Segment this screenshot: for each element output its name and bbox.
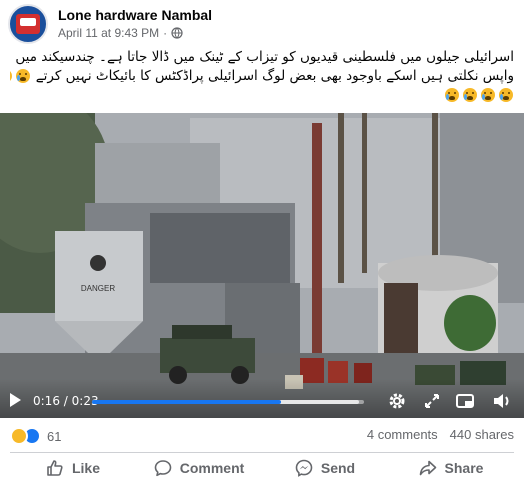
miniplayer-icon[interactable] (455, 391, 475, 411)
facebook-post: Lone hardware Nambal April 11 at 9:43 PM… (0, 0, 524, 481)
thumbs-up-icon (47, 460, 63, 476)
reaction-count[interactable]: 61 (47, 429, 61, 444)
crying-face-icon (481, 88, 495, 102)
caption-emoji-row-a (10, 69, 31, 83)
post-meta: April 11 at 9:43 PM · (58, 26, 183, 40)
play-icon[interactable] (10, 393, 21, 407)
caption-line-1: اسرائیلی جیلوں میں فلسطینی قیدیوں کو تیز… (10, 49, 514, 65)
shares-count[interactable]: 440 shares (450, 427, 514, 442)
expand-icon[interactable] (422, 391, 442, 411)
caption-line-2-wrap: واپس نکلتی ہیں اسکے باوجود بھی بعض لوگ ا… (10, 67, 514, 86)
caption-line-3 (10, 86, 514, 105)
post-actions: Like Comment Send Share (10, 455, 514, 481)
crying-face-icon (10, 69, 13, 83)
like-button[interactable]: Like (10, 455, 136, 481)
post-caption: اسرائیلی جیلوں میں فلسطینی قیدیوں کو تیز… (10, 48, 514, 105)
stats-right: 4 comments 440 shares (367, 427, 514, 442)
danger-sign-text: DANGER (81, 284, 115, 293)
video-time: 0:16 / 0:23 (33, 394, 99, 408)
page-name[interactable]: Lone hardware Nambal (58, 7, 212, 23)
caption-line-2: واپس نکلتی ہیں اسکے باوجود بھی بعض لوگ ا… (35, 68, 514, 84)
video-frame: DANGER (0, 113, 524, 418)
page-avatar[interactable] (8, 4, 48, 44)
video-progress-fill (92, 400, 282, 404)
sad-reaction-icon (10, 427, 28, 445)
like-label: Like (71, 460, 100, 476)
meta-separator: · (163, 26, 168, 40)
caption-emoji-row-b (444, 88, 514, 102)
globe-icon[interactable] (171, 27, 183, 39)
post-timestamp[interactable]: April 11 at 9:43 PM (58, 26, 159, 40)
post-header: Lone hardware Nambal April 11 at 9:43 PM… (8, 4, 516, 44)
avatar-logo-detail (20, 18, 36, 26)
comments-count[interactable]: 4 comments (367, 427, 438, 442)
messenger-icon (295, 459, 313, 477)
crying-face-icon (16, 69, 31, 83)
share-label: Share (444, 460, 484, 476)
post-stats: 61 4 comments 440 shares (10, 427, 514, 447)
video-controls: 0:16 / 0:23 (0, 379, 524, 418)
send-button[interactable]: Send (262, 455, 388, 481)
volume-icon[interactable] (492, 391, 512, 411)
share-button[interactable]: Share (388, 455, 514, 481)
current-time: 0:16 (33, 394, 60, 408)
comment-label: Comment (179, 460, 245, 476)
crying-face-icon (445, 88, 459, 102)
send-label: Send (320, 460, 356, 476)
comment-button[interactable]: Comment (136, 455, 262, 481)
crying-face-icon (463, 88, 477, 102)
video-progress-bar[interactable] (92, 400, 364, 404)
share-icon (419, 460, 436, 476)
time-separator: / (63, 394, 68, 408)
reaction-summary[interactable]: 61 (10, 427, 61, 445)
gear-icon[interactable] (387, 391, 407, 411)
divider (10, 452, 514, 453)
video-player[interactable]: DANGER 0:16 / 0:23 (0, 113, 524, 418)
crying-face-icon (499, 88, 513, 102)
comment-icon (154, 460, 172, 477)
